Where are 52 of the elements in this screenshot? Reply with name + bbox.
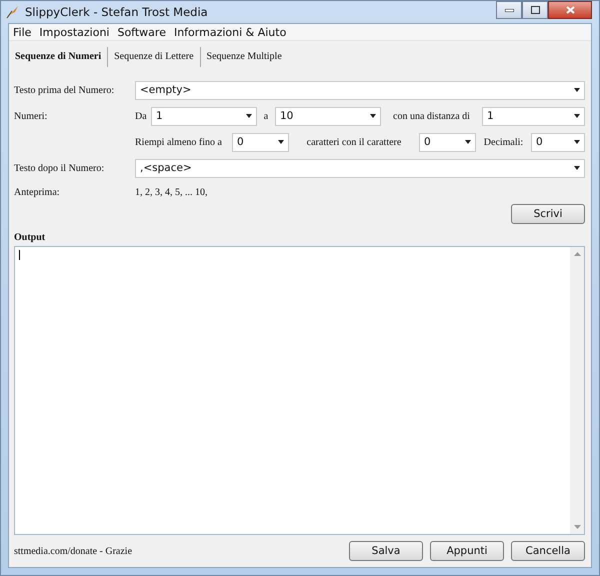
dropdown-arrow-icon <box>574 140 580 144</box>
footer-button[interactable]: Appunti <box>430 541 504 561</box>
combo-box[interactable]: ,<space> <box>135 158 585 178</box>
text-cursor <box>19 250 20 260</box>
combo-box[interactable]: 1 <box>151 106 257 126</box>
footer-button[interactable]: Cancella <box>511 541 585 561</box>
dropdown-arrow-icon <box>574 166 580 170</box>
close-button[interactable] <box>548 1 592 19</box>
dropdown-arrow-icon <box>246 114 252 118</box>
dropdown-arrow-icon <box>370 114 376 118</box>
window-title: SlippyClerk - Stefan Trost Media <box>25 5 208 19</box>
combo-box[interactable]: 1 <box>482 106 585 126</box>
maximize-button[interactable] <box>522 1 548 19</box>
combo-box[interactable]: 0 <box>419 132 476 152</box>
menu-item[interactable]: Informazioni & Aiuto <box>170 26 290 38</box>
maximize-icon <box>530 6 540 14</box>
field-label: Testo dopo il Numero: <box>14 162 106 174</box>
menu-item[interactable]: Impostazioni <box>35 26 114 38</box>
minimize-icon <box>504 8 514 12</box>
field-label: a <box>262 110 270 122</box>
field-label: Da <box>135 110 148 122</box>
dropdown-arrow-icon <box>574 88 580 92</box>
field-label: caratteri con il carattere <box>306 136 402 148</box>
field-label: Testo prima del Numero: <box>14 84 116 96</box>
menu-item[interactable]: File <box>9 26 36 38</box>
tab[interactable]: Sequenze di Lettere <box>107 47 200 67</box>
feather-icon <box>6 5 20 19</box>
field-label: Decimali: <box>482 136 524 148</box>
scroll-down-icon <box>574 525 580 529</box>
menu-item[interactable]: Software <box>113 26 170 38</box>
output-label: Output <box>14 232 46 244</box>
minimize-button[interactable] <box>496 1 522 19</box>
footer-button[interactable]: Salva <box>349 541 423 561</box>
combo-box[interactable]: 0 <box>531 132 585 152</box>
donate-link[interactable]: sttmedia.com/donate - Grazie <box>14 546 132 556</box>
field-label: con una distanza di <box>392 110 471 122</box>
scroll-up-icon <box>574 252 580 256</box>
dropdown-arrow-icon <box>465 140 471 144</box>
close-icon <box>566 6 574 14</box>
combo-box[interactable]: <empty> <box>135 80 585 100</box>
dropdown-arrow-icon <box>278 140 284 144</box>
field-label: Anteprima: <box>14 186 61 198</box>
preview-text: 1, 2, 3, 4, 5, ... 10, <box>135 186 208 198</box>
field-label: Numeri: <box>14 110 48 122</box>
combo-box[interactable]: 0 <box>232 132 289 152</box>
dropdown-arrow-icon <box>574 114 580 118</box>
tab[interactable]: Sequenze di Numeri <box>14 47 108 67</box>
scrollbar[interactable] <box>570 247 584 534</box>
write-button[interactable]: Scrivi <box>511 204 585 224</box>
combo-box[interactable]: 10 <box>275 106 381 126</box>
tab[interactable]: Sequenze Multiple <box>200 47 288 67</box>
field-label: Riempi almeno fino a <box>135 136 223 148</box>
